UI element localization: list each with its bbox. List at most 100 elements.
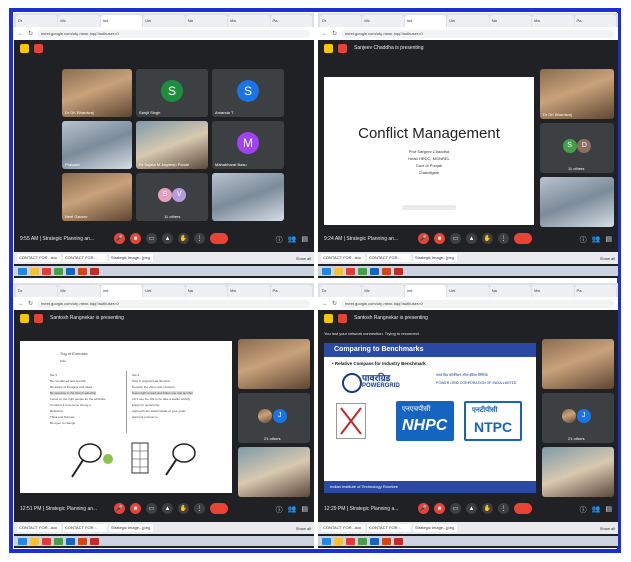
mic-off-button[interactable]: 🎤 [418, 503, 429, 514]
people-icon[interactable]: 👥 [592, 235, 601, 245]
back-icon[interactable]: ← [322, 301, 328, 307]
browser-tab[interactable]: Uni [447, 285, 489, 297]
info-icon[interactable]: ⓘ [276, 235, 283, 245]
download-item[interactable]: Strategic Image...jpeg [413, 524, 457, 532]
raise-hand-button[interactable]: ✋ [178, 503, 189, 514]
participant-tile[interactable] [238, 447, 310, 497]
participant-tile[interactable]: Dr Sujata M Jagdeep Pande [136, 121, 208, 169]
participant-tile[interactable]: S Amanda T [212, 69, 284, 117]
browser-tab[interactable]: Uni [143, 285, 185, 297]
record-icon[interactable] [338, 314, 347, 323]
pdf-icon[interactable] [394, 267, 403, 275]
participant-tile[interactable] [238, 339, 310, 389]
participant-tile[interactable] [540, 177, 614, 227]
chat-icon[interactable]: ▤ [301, 235, 308, 245]
info-icon[interactable]: ⓘ [276, 505, 283, 515]
camera-off-button[interactable]: ■ [130, 233, 141, 244]
browser-tab[interactable]: Na [489, 285, 532, 297]
participant-tile[interactable]: Prakash [62, 121, 132, 169]
url-field[interactable]: meet.google.com/oty-rmwr-hqq?authuser=0 [341, 29, 614, 38]
browser-tab[interactable]: Ind [404, 15, 447, 27]
participant-tile[interactable]: M Mahabharat Basu [212, 121, 284, 169]
others-tile[interactable]: S V 11 others [136, 173, 208, 221]
download-item[interactable]: Strategic Image...jpeg [413, 254, 457, 262]
browser-tab[interactable]: Dr [320, 15, 362, 27]
folder-icon[interactable] [334, 267, 343, 275]
info-icon[interactable]: ⓘ [580, 235, 587, 245]
camera-off-button[interactable]: ■ [434, 233, 445, 244]
notes-icon[interactable] [324, 44, 333, 53]
browser-tab[interactable]: Pa [574, 15, 616, 27]
captions-button[interactable]: ▭ [450, 503, 461, 514]
browser-tab[interactable]: Mv [362, 15, 404, 27]
browser-tab[interactable]: Ma [228, 285, 270, 297]
pdf-icon[interactable] [90, 267, 99, 275]
excel-icon[interactable] [358, 537, 367, 545]
powerpoint-icon[interactable] [382, 537, 391, 545]
show-all-link[interactable]: Show all [600, 256, 615, 261]
hang-up-button[interactable] [514, 503, 532, 514]
mic-off-button[interactable]: 🎤 [114, 233, 125, 244]
hang-up-button[interactable] [210, 503, 228, 514]
browser-tab[interactable]: Na [185, 15, 228, 27]
pdf-icon[interactable] [90, 537, 99, 545]
record-icon[interactable] [34, 314, 43, 323]
raise-hand-button[interactable]: ✋ [482, 233, 493, 244]
chat-icon[interactable]: ▤ [301, 505, 308, 515]
notes-icon[interactable] [324, 314, 333, 323]
participant-tile[interactable]: Neel Gaurav [62, 173, 132, 221]
participant-tile[interactable]: S Sanjit Singh [136, 69, 208, 117]
start-icon[interactable] [18, 267, 27, 275]
back-icon[interactable]: ← [18, 301, 24, 307]
raise-hand-button[interactable]: ✋ [178, 233, 189, 244]
mic-off-button[interactable]: 🎤 [114, 503, 125, 514]
download-item[interactable]: CONTACT FOR...doc [17, 254, 61, 262]
browser-tab[interactable]: Uni [447, 15, 489, 27]
present-button[interactable]: ▲ [162, 233, 173, 244]
browser-tab[interactable]: Ind [404, 285, 447, 297]
participant-tile[interactable] [542, 339, 614, 389]
url-field[interactable]: meet.google.com/oty-rmwr-hqq?authuser=0 [37, 299, 310, 308]
reload-icon[interactable]: ↻ [332, 300, 337, 307]
participant-tile[interactable]: Dr DK Bhardwaj [62, 69, 132, 117]
back-icon[interactable]: ← [18, 31, 24, 37]
pdf-icon[interactable] [394, 537, 403, 545]
participant-tile[interactable]: Dr DK Bhardwaj [540, 69, 614, 119]
download-item[interactable]: Strategic Image...jpeg [109, 524, 153, 532]
present-button[interactable]: ▲ [466, 233, 477, 244]
more-options-button[interactable]: ⋮ [498, 503, 509, 514]
people-icon[interactable]: 👥 [592, 505, 601, 515]
others-tile[interactable]: J 21 others [238, 393, 310, 443]
excel-icon[interactable] [358, 267, 367, 275]
reload-icon[interactable]: ↻ [28, 30, 33, 37]
info-icon[interactable]: ⓘ [580, 505, 587, 515]
browser-tab[interactable]: Ma [228, 15, 270, 27]
browser-tab[interactable]: Mv [58, 15, 100, 27]
url-field[interactable]: meet.google.com/oty-rmwr-hqq?authuser=0 [341, 299, 614, 308]
hang-up-button[interactable] [514, 233, 532, 244]
browser-tab[interactable]: Uni [143, 15, 185, 27]
back-icon[interactable]: ← [322, 31, 328, 37]
folder-icon[interactable] [30, 267, 39, 275]
present-button[interactable]: ▲ [466, 503, 477, 514]
folder-icon[interactable] [334, 537, 343, 545]
powerpoint-icon[interactable] [382, 267, 391, 275]
people-icon[interactable]: 👥 [288, 235, 297, 245]
chrome-icon[interactable] [346, 537, 355, 545]
participant-tile[interactable] [542, 447, 614, 497]
chat-icon[interactable]: ▤ [605, 235, 612, 245]
notes-icon[interactable] [20, 314, 29, 323]
browser-tab[interactable]: Dr [16, 285, 58, 297]
word-icon[interactable] [66, 267, 75, 275]
word-icon[interactable] [370, 267, 379, 275]
people-icon[interactable]: 👥 [288, 505, 297, 515]
present-button[interactable]: ▲ [162, 503, 173, 514]
hang-up-button[interactable] [210, 233, 228, 244]
camera-off-button[interactable]: ■ [434, 503, 445, 514]
browser-tab[interactable]: Ind [100, 285, 143, 297]
browser-tab[interactable]: Mv [58, 285, 100, 297]
download-item[interactable]: CONTACT FOR...doc [321, 524, 365, 532]
record-icon[interactable] [34, 44, 43, 53]
browser-tab[interactable]: Mv [362, 285, 404, 297]
powerpoint-icon[interactable] [78, 267, 87, 275]
